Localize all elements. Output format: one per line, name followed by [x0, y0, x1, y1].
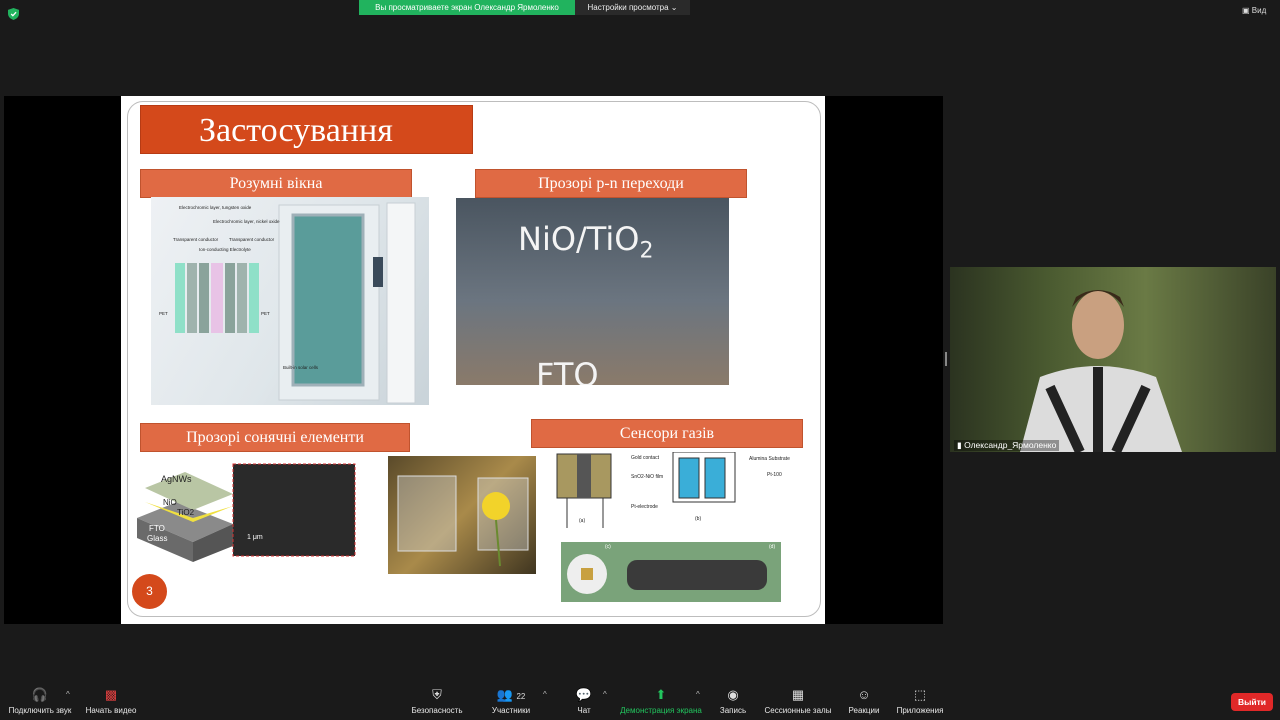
presentation-slide: Застосування Розумні вікна Прозорі p-n п… [121, 96, 825, 624]
record-icon: ◉ [727, 687, 739, 702]
panel-label: (a) [579, 518, 586, 524]
reactions-icon: ☺ [857, 687, 871, 702]
reactions-label: Реакции [848, 706, 880, 715]
nio-tio2-photo: NiO/TiO2 FTO [456, 198, 729, 385]
chat-icon: 💬 [575, 687, 593, 702]
reactions-button[interactable]: ☺ Реакции [846, 687, 882, 716]
participants-button[interactable]: 👥 22 Участники [490, 687, 532, 716]
view-settings-label: Настройки просмотра [587, 3, 669, 12]
participants-options-caret[interactable]: ^ [543, 690, 547, 699]
layer-label: TiO2 [177, 508, 195, 517]
resize-handle[interactable] [945, 352, 947, 366]
security-label: Безопасность [411, 706, 463, 715]
diagram-label: Electrochromic layer, nickel oxide [213, 219, 280, 224]
gas-sensor-photo: (c) (d) [561, 542, 781, 602]
video-label: Начать видео [85, 706, 137, 715]
nio-tio2-label: NiO/TiO2 [518, 220, 654, 264]
section-transparent-pn: Прозорі p-n переходи [475, 169, 747, 198]
security-button[interactable]: ⛨ Безопасность [410, 687, 464, 716]
breakout-rooms-label: Сессионные залы [764, 706, 832, 715]
diagram-label: Ion-conducting Electrolyte [199, 247, 251, 252]
panel-label: (d) [769, 544, 776, 550]
audio-label: Подключить звук [8, 706, 72, 715]
view-label: Вид [1251, 6, 1267, 15]
layer-label: FTO [149, 524, 165, 533]
section-gas-sensors: Сенсори газів [531, 419, 803, 448]
panel-label: (c) [605, 544, 611, 550]
chat-options-caret[interactable]: ^ [603, 690, 607, 699]
chat-label: Чат [577, 706, 591, 715]
leave-button[interactable]: Выйти [1231, 693, 1273, 711]
diagram-label: PET [261, 311, 270, 316]
shield-icon: ⛨ [432, 687, 442, 702]
breakout-rooms-button[interactable]: ▦ Сессионные залы [764, 687, 832, 716]
breakout-rooms-icon: ▦ [791, 687, 805, 702]
sensor-photo-art [567, 554, 767, 594]
chat-button[interactable]: 💬 Чат [572, 687, 596, 716]
sensor-schematic [556, 451, 736, 528]
layer-label: NiO [163, 498, 177, 507]
apps-button[interactable]: ⬚ Приложения [894, 687, 946, 716]
diagram-label: Electrochromic layer, tungsten oxide [179, 205, 252, 210]
apps-label: Приложения [896, 706, 944, 715]
layer-label: AgNWs [161, 474, 192, 484]
sensor-label: Pt-electrode [631, 504, 658, 510]
participants-label: Участники [491, 706, 531, 715]
diagram-label: Transparent conductor [173, 237, 219, 242]
record-button[interactable]: ◉ Запись [716, 687, 750, 716]
solar-cell-stack-image: AgNWs NiO TiO2 FTO Glass 1 μm [133, 458, 358, 566]
diagram-label: Built-in solar cells [283, 365, 319, 370]
smart-window-diagram [175, 202, 416, 404]
sensor-label: Pt-100 [767, 472, 782, 478]
signal-icon: ▮ [957, 440, 962, 450]
record-label: Запись [719, 706, 747, 715]
shield-icon[interactable] [8, 8, 19, 20]
section-smart-windows: Розумні вікна [140, 169, 412, 198]
view-settings-button[interactable]: Настройки просмотра ⌄ [575, 0, 690, 15]
panel-label: (b) [695, 516, 702, 522]
scale-bar-label: 1 μm [247, 534, 263, 541]
flower-photo-art [397, 475, 529, 567]
diagram-label: Transparent conductor [229, 237, 275, 242]
slide-title: Застосування [140, 105, 473, 154]
participants-count: 22 [516, 692, 526, 701]
apps-icon: ⬚ [913, 687, 927, 702]
view-button[interactable]: ▣ Вид [1242, 6, 1266, 15]
screen-share-banner: Вы просматриваете экран Олександр Ярмоле… [359, 0, 575, 15]
video-button[interactable]: ▩ Начать видео [84, 687, 138, 716]
participant-name-label: ▮ Олександр_Ярмоленко [954, 440, 1060, 451]
share-screen-button[interactable]: ⬆ Демонстрация экрана [618, 687, 704, 716]
share-screen-label: Демонстрация экрана [620, 706, 702, 715]
sensor-label: Alumina Substrate [749, 456, 790, 462]
section-transparent-solar: Прозорі сонячні елементи [140, 423, 410, 452]
video-off-icon: ▩ [104, 687, 118, 702]
sensor-label: Gold contact [631, 455, 660, 461]
participants-icon: 👥 22 [496, 687, 526, 702]
view-icon: ▣ [1242, 6, 1250, 15]
participant-video-feed [1020, 290, 1182, 452]
share-options-caret[interactable]: ^ [696, 690, 700, 699]
chevron-down-icon: ⌄ [670, 3, 678, 12]
diagram-label: PET [159, 311, 168, 316]
share-screen-icon: ⬆ [655, 687, 667, 702]
slide-number-badge: 3 [132, 574, 167, 609]
transparent-solar-flower-photo [388, 456, 536, 574]
fto-label: FTO [536, 356, 599, 385]
layer-label: Glass [147, 534, 168, 543]
sensor-label: SnO2-NiO film [631, 474, 664, 480]
gas-sensor-diagram: Gold contact SnO2-NiO film Pt-electrode … [555, 451, 805, 532]
smart-window-image: Electrochromic layer, tungsten oxide Ele… [151, 197, 429, 405]
participant-video-tile[interactable]: ▮ Олександр_Ярмоленко [950, 267, 1276, 452]
audio-options-caret[interactable]: ^ [66, 690, 70, 699]
